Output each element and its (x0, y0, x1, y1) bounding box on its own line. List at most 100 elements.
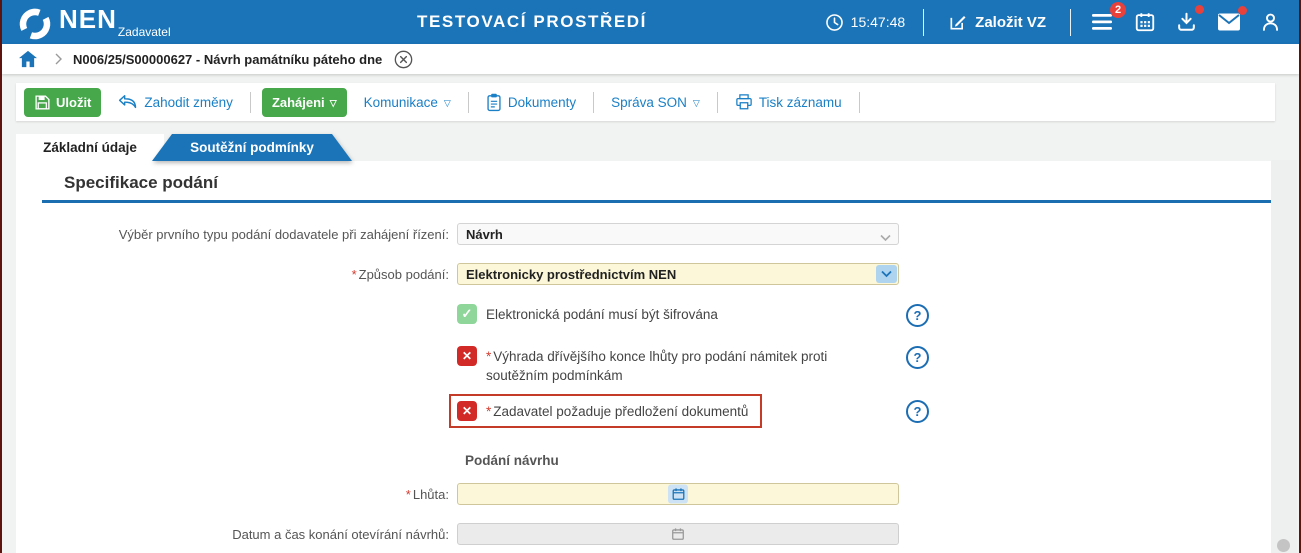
envelope-icon (1218, 13, 1240, 31)
nen-logo[interactable]: NEN Zadavatel (18, 2, 171, 42)
method-select-dropdown-button[interactable] (876, 265, 897, 283)
start-label: Zahájeni (271, 94, 325, 110)
required-marker: * (405, 486, 411, 502)
inbox-alert-dot (1195, 5, 1204, 14)
help-icon[interactable]: ? (906, 304, 929, 327)
home-icon (19, 50, 37, 68)
clock-time: 15:47:48 (850, 14, 906, 30)
method-select[interactable]: Elektronicky prostřednictvím NEN (457, 263, 899, 285)
encrypted-checkbox[interactable]: ✓ (457, 304, 477, 324)
tab-soutezni-podminky[interactable]: Soutěžní podmínky (152, 134, 352, 161)
form-row-opening: Datum a čas konání otevírání návrhů: (16, 523, 1275, 545)
download-tray-icon (1178, 12, 1195, 31)
brand-subtitle: Zadavatel (117, 25, 171, 39)
discard-changes-button[interactable]: Zahodit změny (112, 93, 239, 111)
documents-button[interactable]: Dokumenty (480, 92, 582, 113)
validation-highlight-box: ✕ * Zadavatel požaduje předložení dokumen… (449, 394, 763, 428)
cross-icon: ✕ (461, 404, 473, 418)
vertical-scrollbar[interactable] (1271, 160, 1297, 553)
toolbar-divider (593, 91, 595, 113)
print-record-label: Tisk záznamu (758, 94, 842, 110)
deadline-label: * Lhůta: (405, 486, 449, 502)
clipboard-icon (487, 93, 501, 111)
form-row-reservation: ✕ * Výhrada dřívějšího konce lhůty pro po… (16, 346, 1275, 385)
required-marker: * (486, 349, 492, 364)
brand-text: NEN (59, 4, 117, 34)
environment-title: TESTOVACÍ PROSTŘEDÍ (416, 12, 648, 31)
requires-docs-label: * Zadavatel požaduje předložení dokumentů (486, 404, 749, 419)
header-divider (1070, 8, 1071, 36)
chevron-down-icon (880, 229, 891, 247)
undo-icon (119, 95, 137, 109)
save-icon (35, 94, 50, 110)
tasks-badge: 2 (1110, 2, 1126, 18)
clock-icon (825, 13, 843, 31)
communication-dropdown-button[interactable]: Komunikace ▽ (358, 94, 457, 111)
form-row-first-type: Výběr prvního typu podání dodavatele při… (16, 223, 1275, 245)
nen-swirl-icon (19, 8, 51, 40)
chevron-down-icon: ▽ (692, 97, 700, 108)
form-row-method: * Způsob podání: Elektronicky prostřednic… (16, 263, 1275, 285)
messages-alert-dot (1238, 6, 1247, 15)
profile-button[interactable] (1258, 9, 1283, 35)
record-toolbar: Uložit Zahodit změny Zahájeni ▽ Komunika… (16, 83, 1275, 121)
header-divider (923, 8, 925, 36)
app-window: NEN Zadavatel TESTOVACÍ PROSTŘEDÍ 15:47:… (0, 0, 1301, 553)
chevron-down-icon: ▽ (443, 97, 451, 108)
create-vz-label: Založit VZ (975, 13, 1046, 31)
breadcrumb: N006/25/S00000627 - Návrh památníku páte… (2, 44, 1299, 74)
cross-icon: ✕ (461, 349, 473, 363)
print-record-button[interactable]: Tisk záznamu (729, 92, 848, 112)
calendar-menu-button[interactable] (1132, 9, 1158, 35)
printer-icon (736, 94, 752, 110)
record-tabs: Základní údaje Soutěžní podmínky (16, 134, 1299, 161)
tasks-menu-button[interactable]: 2 (1089, 2, 1126, 34)
toolbar-divider (858, 91, 860, 113)
method-value: Elektronicky prostřednictvím NEN (457, 263, 899, 285)
form-row-requires-docs: ✕ * Zadavatel požaduje předložení dokumen… (16, 394, 1275, 428)
save-button[interactable]: Uložit (24, 87, 102, 117)
messages-button[interactable] (1215, 6, 1247, 34)
check-icon: ✓ (461, 306, 473, 321)
required-marker: * (486, 404, 492, 419)
create-vz-button[interactable]: Založit VZ (942, 11, 1052, 33)
chevron-down-icon (881, 270, 892, 278)
opening-input (457, 523, 899, 545)
first-type-select[interactable]: Návrh (457, 223, 899, 245)
toolbar-divider (467, 91, 469, 113)
help-icon[interactable]: ? (906, 346, 929, 369)
inbox-download-button[interactable] (1173, 5, 1204, 35)
first-type-label: Výběr prvního typu podání dodavatele při… (118, 226, 449, 242)
documents-label: Dokumenty (507, 94, 577, 110)
home-button[interactable] (18, 50, 38, 68)
calendar-icon (672, 528, 684, 540)
top-header: NEN Zadavatel TESTOVACÍ PROSTŘEDÍ 15:47:… (2, 0, 1299, 44)
tab-content-panel: Specifikace podání Výběr prvního typu po… (16, 161, 1275, 553)
section-title: Specifikace podání (42, 161, 1275, 203)
tab-label: Soutěžní podmínky (190, 140, 314, 155)
help-icon[interactable]: ? (906, 399, 929, 423)
start-dropdown-button[interactable]: Zahájeni ▽ (261, 87, 347, 117)
deadline-datepicker-button[interactable] (668, 484, 688, 504)
compose-icon (950, 16, 966, 30)
opening-datepicker-button (672, 528, 685, 541)
first-type-value: Návrh (457, 223, 899, 245)
deadline-input[interactable] (457, 483, 899, 505)
scrollbar-thumb[interactable] (1277, 539, 1290, 552)
header-actions: 15:47:48 Založit VZ 2 (825, 2, 1283, 36)
method-label: * Způsob podání: (351, 266, 449, 282)
required-marker: * (351, 266, 357, 282)
encrypted-label: Elektronická podání musí být šifrována (486, 307, 718, 322)
subsection-title: Podání návrhu (465, 453, 559, 468)
discard-changes-label: Zahodit změny (144, 94, 233, 110)
save-label: Uložit (56, 94, 92, 110)
close-record-button[interactable] (394, 50, 413, 69)
tab-zakladni-udaje[interactable]: Základní údaje (16, 134, 164, 161)
breadcrumb-separator-icon (54, 53, 63, 65)
admin-son-dropdown-button[interactable]: Správa SON ▽ (605, 94, 706, 111)
requires-docs-checkbox[interactable]: ✕ (457, 401, 477, 421)
toolbar-divider (249, 91, 251, 113)
reservation-checkbox[interactable]: ✕ (457, 346, 477, 366)
calendar-icon (1135, 13, 1155, 32)
record-breadcrumb-title[interactable]: N006/25/S00000627 - Návrh památníku páte… (73, 52, 382, 67)
